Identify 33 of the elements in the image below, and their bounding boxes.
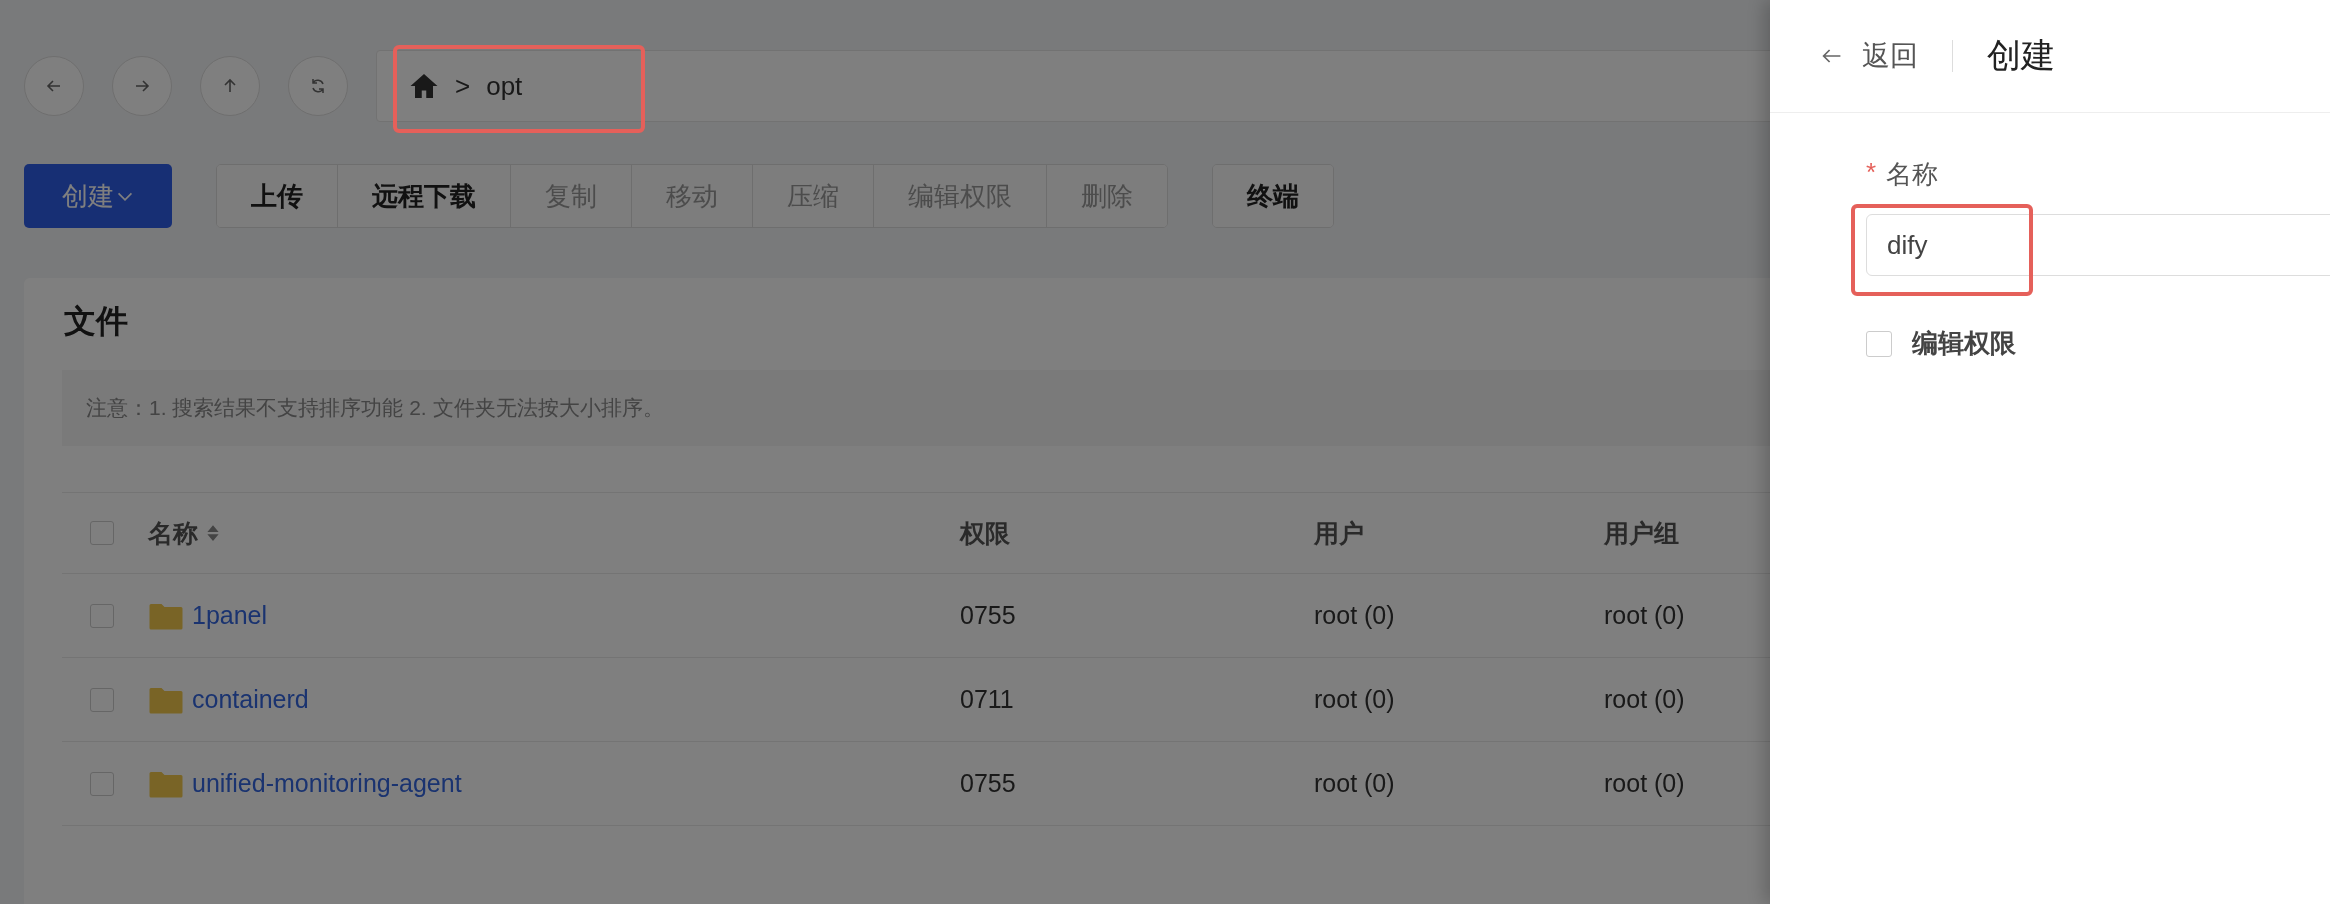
table-cell: root (0) <box>1604 685 1685 713</box>
path-separator: > <box>455 70 471 102</box>
row-checkbox[interactable] <box>90 603 114 628</box>
table-cell: root (0) <box>1314 685 1395 713</box>
path-segment[interactable]: opt <box>486 70 523 102</box>
home-icon <box>409 71 439 101</box>
checkbox[interactable] <box>1866 330 1892 357</box>
select-all-checkbox[interactable] <box>90 521 114 545</box>
toolbar-button[interactable]: 终端 <box>1213 165 1333 227</box>
table-cell: root (0) <box>1314 769 1395 797</box>
checkbox-label[interactable]: 编辑权限 <box>1912 326 2016 361</box>
drawer-title: 创建 <box>1987 35 2055 76</box>
table-cell: root (0) <box>1604 769 1685 797</box>
column-header: 权限 <box>960 518 1010 547</box>
name-input[interactable]: dify <box>1866 214 2330 276</box>
table-cell: 0755 <box>960 769 1016 797</box>
column-header: 用户 <box>1314 518 1364 547</box>
column-header[interactable]: 名称 <box>148 516 198 550</box>
card-title: 文件 <box>64 302 129 341</box>
table-cell: 0711 <box>960 685 1014 713</box>
field-label: 名称 <box>1886 158 1939 191</box>
column-header: 用户组 <box>1604 518 1679 547</box>
folder-name-link[interactable]: 1panel <box>192 601 268 630</box>
row-checkbox[interactable] <box>90 771 114 796</box>
row-checkbox[interactable] <box>90 687 114 712</box>
table-cell: root (0) <box>1314 601 1395 629</box>
required-mark: * <box>1866 157 1877 189</box>
table-cell: 0755 <box>960 601 1016 629</box>
folder-name-link[interactable]: unified-monitoring-agent <box>192 769 462 798</box>
folder-name-link[interactable]: containerd <box>192 685 309 714</box>
create-button[interactable]: 创建 <box>24 164 172 228</box>
table-cell: root (0) <box>1604 601 1685 629</box>
sort-icon[interactable] <box>206 524 220 542</box>
